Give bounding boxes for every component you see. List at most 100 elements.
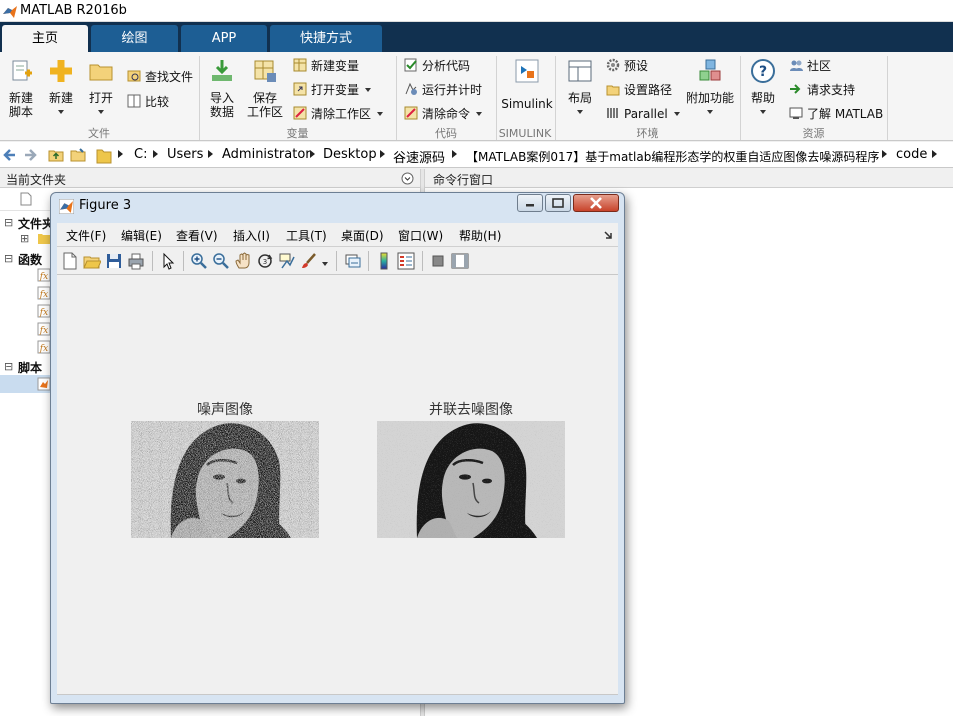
layout-button[interactable]: 布局 (563, 58, 597, 119)
folder-open-icon (89, 64, 113, 81)
chevron-down-icon (707, 110, 713, 114)
collapse-icon[interactable]: ⊟ (4, 360, 13, 373)
data-cursor-icon[interactable] (278, 252, 296, 270)
minimize-button[interactable] (517, 194, 543, 212)
function-file-icon[interactable]: fx (37, 322, 51, 336)
maximize-button[interactable] (545, 194, 571, 212)
save-workspace-label-2: 工作区 (246, 105, 283, 119)
crumb-desktop[interactable]: Desktop (323, 147, 377, 162)
new-figure-icon[interactable] (61, 252, 79, 270)
crumb-c[interactable]: C: (134, 147, 147, 162)
show-plot-tools-icon[interactable] (451, 252, 469, 270)
set-path-button[interactable]: 设置路径 (606, 80, 672, 100)
open-variable-button[interactable]: 打开变量 (293, 80, 372, 100)
analyze-code-label: 分析代码 (422, 59, 471, 73)
save-workspace-button[interactable]: 保存 工作区 (245, 58, 285, 119)
tab-apps[interactable]: APP (181, 25, 267, 52)
menu-edit[interactable]: 编辑(E) (121, 227, 162, 244)
new-button[interactable]: 新建 (44, 58, 78, 119)
crumb-administrator[interactable]: Administrator (222, 147, 311, 162)
menu-view[interactable]: 查看(V) (176, 227, 218, 244)
learn-matlab-button[interactable]: 了解 MATLAB (789, 104, 883, 124)
run-and-time-button[interactable]: 运行并计时 (404, 80, 482, 100)
colorbar-icon[interactable] (375, 252, 393, 270)
tab-plots[interactable]: 绘图 (91, 25, 178, 52)
brush-dropdown[interactable] (322, 257, 328, 271)
forward-arrow-icon[interactable] (23, 148, 37, 162)
preferences-label: 预设 (624, 59, 649, 73)
community-button[interactable]: 社区 (789, 56, 831, 76)
help-button[interactable]: ? 帮助 (746, 58, 780, 119)
menu-insert[interactable]: 插入(I) (233, 227, 270, 244)
address-bar: C: Users Administrator Desktop 谷速源码 【MAT… (0, 142, 953, 168)
menu-window[interactable]: 窗口(W) (398, 227, 443, 244)
hide-plot-tools-icon[interactable] (429, 252, 447, 270)
menu-help[interactable]: 帮助(H) (459, 227, 501, 244)
import-data-button[interactable]: 导入 数据 (205, 58, 239, 119)
figure-canvas[interactable]: 噪声图像 并联去噪图像 (57, 275, 618, 695)
tab-home[interactable]: 主页 (2, 25, 88, 52)
app-titlebar: MATLAB R2016b (0, 0, 953, 22)
menu-file[interactable]: 文件(F) (66, 227, 106, 244)
open-button[interactable]: 打开 (84, 58, 118, 119)
zoom-in-icon[interactable] (190, 252, 208, 270)
brush-icon[interactable] (300, 252, 318, 270)
function-file-icon[interactable]: fx (37, 268, 51, 282)
print-icon[interactable] (127, 252, 145, 270)
tree-section-functions[interactable]: 函数 (18, 251, 42, 268)
analyze-code-button[interactable]: 分析代码 (404, 56, 470, 76)
find-files-button[interactable]: 查找文件 (127, 67, 193, 87)
function-file-icon[interactable]: fx (37, 304, 51, 318)
save-disk-icon[interactable] (105, 252, 123, 270)
parallel-button[interactable]: Parallel (606, 104, 680, 124)
simulink-button[interactable]: Simulink (500, 58, 554, 111)
clear-workspace-button[interactable]: 清除工作区 (293, 104, 384, 124)
addons-label: 附加功能 (686, 91, 735, 105)
tab-shortcuts[interactable]: 快捷方式 (270, 25, 382, 52)
close-button[interactable] (573, 194, 619, 212)
tree-section-folder[interactable]: 文件夹 (18, 215, 54, 232)
panel-actions-icon[interactable] (401, 172, 414, 185)
crumb-sep-icon (208, 147, 213, 162)
dock-arrow-icon[interactable] (603, 230, 613, 240)
new-variable-button[interactable]: 新建变量 (293, 56, 359, 76)
denoised-portrait-image (377, 421, 565, 538)
pan-hand-icon[interactable] (234, 252, 252, 270)
browse-folder-icon[interactable] (70, 147, 86, 163)
crumb-users[interactable]: Users (167, 147, 203, 162)
link-plot-icon[interactable] (344, 252, 362, 270)
preferences-button[interactable]: 预设 (606, 56, 648, 76)
pointer-arrow-icon[interactable] (159, 252, 177, 270)
ribbon-tab-strip: 主页 绘图 APP 快捷方式 (0, 22, 953, 52)
legend-icon[interactable] (397, 252, 415, 270)
new-script-button[interactable]: 新建 脚本 (4, 58, 38, 119)
crumb-code[interactable]: code (896, 147, 927, 162)
compare-button[interactable]: 比较 (127, 92, 169, 112)
axes2-title: 并联去噪图像 (429, 402, 513, 418)
collapse-icon[interactable]: ⊟ (4, 216, 13, 229)
zoom-out-icon[interactable] (212, 252, 230, 270)
open-file-icon[interactable] (83, 252, 101, 270)
current-folder-title: 当前文件夹 (6, 173, 67, 187)
clear-commands-button[interactable]: 清除命令 (404, 104, 483, 124)
collapse-icon[interactable]: ⊟ (4, 252, 13, 265)
simulink-label: Simulink (501, 97, 553, 111)
rotate-3d-icon[interactable]: 3 (256, 252, 274, 270)
function-file-icon[interactable]: fx (37, 340, 51, 354)
tree-section-scripts[interactable]: 脚本 (18, 359, 42, 376)
svg-text:fx: fx (39, 326, 48, 336)
folder-icon (96, 149, 112, 164)
crumb-gusu[interactable]: 谷速源码 (393, 147, 445, 166)
back-arrow-icon[interactable] (3, 148, 17, 162)
expand-icon[interactable]: ⊞ (20, 232, 29, 245)
crumb-project[interactable]: 【MATLAB案例017】基于matlab编程形态学的权重自适应图像去噪源码程序 (466, 148, 879, 165)
menu-tools[interactable]: 工具(T) (286, 227, 327, 244)
menu-desktop[interactable]: 桌面(D) (341, 227, 384, 244)
up-folder-icon[interactable] (48, 147, 64, 163)
function-file-icon[interactable]: fx (37, 286, 51, 300)
request-support-button[interactable]: 请求支持 (789, 80, 855, 100)
gear-icon (606, 58, 620, 72)
addons-button[interactable]: 附加功能 (686, 58, 734, 119)
chevron-down-icon (476, 112, 483, 116)
crumb-sep-icon (310, 147, 315, 162)
